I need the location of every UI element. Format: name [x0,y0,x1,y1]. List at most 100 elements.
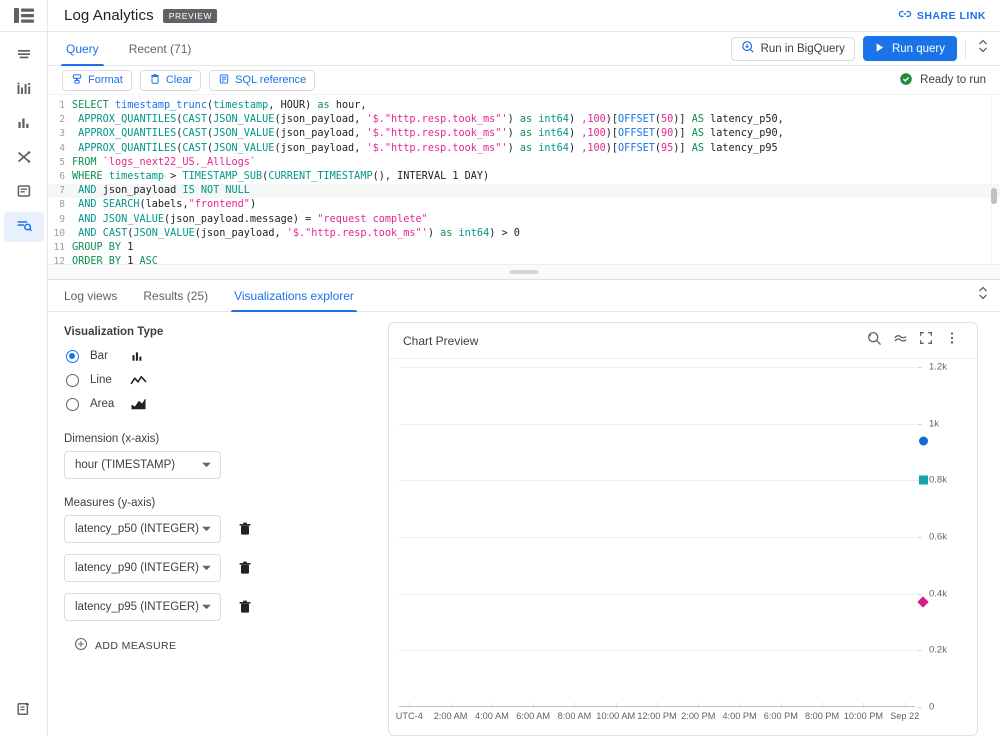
chart-x-tick-mark [491,703,493,708]
radio-line[interactable] [66,373,79,387]
chart-y-tick-label: 0.2k [929,644,947,656]
query-status-label: Ready to run [920,74,986,86]
run-in-bigquery-button[interactable]: Run in BigQuery [730,36,855,61]
radio-bar[interactable] [66,349,79,363]
sidebar-item-log-storage[interactable] [0,176,48,210]
chart-bar-slot[interactable] [399,367,420,707]
chart-bar-slot[interactable] [894,367,915,707]
measures-label: Measures (y-axis) [64,497,156,509]
chart-bar-slot[interactable] [523,367,544,707]
viz-type-line-option[interactable]: Line [64,369,378,391]
page-title: Log Analytics [64,7,154,24]
sql-line-number: 3 [59,128,65,140]
chart-bar-slot[interactable] [750,367,771,707]
sidebar-item-log-analytics[interactable] [0,210,48,244]
sql-code[interactable]: 1 SELECT timestamp_trunc(timestamp, HOUR)… [48,95,1000,264]
measure-row: latency_p95 (INTEGER) [64,593,378,621]
sql-line-text: FROM `logs_next22_US._AllLogs` [72,156,257,168]
chart-x-tick-label: 2:00 AM [433,711,468,721]
sql-line-text: AND json_payload IS NOT NULL [78,185,250,197]
panel-resize-button[interactable] [974,37,992,60]
delete-measure-button-0[interactable] [237,521,253,537]
query-tabbar: Query Recent (71) Run in BigQuery Run qu… [48,32,1000,66]
format-button[interactable]: Format [62,69,132,91]
area-chart-icon [130,397,147,412]
sql-editor[interactable]: 1 SELECT timestamp_trunc(timestamp, HOUR)… [48,94,1000,264]
sidebar-item-logs-explorer[interactable] [0,40,48,74]
chart-bar-slot[interactable] [461,367,482,707]
run-query-button[interactable]: Run query [862,36,957,61]
chart-x-tick-label: 8:00 PM [805,711,840,721]
chart-bar-slot[interactable] [440,367,461,707]
share-link-button[interactable]: SHARE LINK [898,7,986,24]
fullscreen-button[interactable] [913,328,939,354]
chart-bar-slot[interactable] [543,367,564,707]
chart-legend-marker-latency_p90[interactable] [919,475,928,485]
sql-reference-button[interactable]: SQL reference [209,69,316,91]
chart-bar-slot[interactable] [729,367,750,707]
bar-chart-icon [15,114,33,137]
tab-query[interactable]: Query [61,32,104,66]
sidebar-item-log-based-metrics[interactable] [0,108,48,142]
measure-select-0[interactable]: latency_p50 (INTEGER) [64,515,221,543]
chart-bar-slot[interactable] [585,367,606,707]
viz-type-area-option[interactable]: Area [64,393,378,415]
editor-scrollbar[interactable] [990,95,998,264]
chart-x-tick-mark [863,703,865,708]
chart-bar-slot[interactable] [832,367,853,707]
chart-bar-slot[interactable] [853,367,874,707]
clear-button[interactable]: Clear [139,69,202,91]
chart-x-tick-label: 10:00 PM [843,711,884,721]
chart-plot-area[interactable]: 0 0.2k 0.4k 0.6k 0.8k 1k 1.2k [399,362,947,713]
measure-select-2[interactable]: latency_p95 (INTEGER) [64,593,221,621]
sql-line-number: 1 [59,100,65,111]
chart-bar-slot[interactable] [667,367,688,707]
chart-x-tick-mark [904,703,906,708]
chart-legend-marker-latency_p95[interactable] [919,436,928,446]
chart-bar-slot[interactable] [564,367,585,707]
chart-bar-slot[interactable] [420,367,441,707]
sql-line: 8 AND SEARCH(labels,"frontend") [48,198,1000,212]
tab-log-views[interactable]: Log views [64,280,117,312]
dimension-select[interactable]: hour (TIMESTAMP) [64,451,221,479]
viz-type-bar-option[interactable]: Bar [64,345,378,367]
chart-bar-slot[interactable] [874,367,895,707]
cloud-logging-logo-icon[interactable] [0,0,48,32]
sql-line: 6 WHERE timestamp > TIMESTAMP_SUB(CURRENT… [48,170,1000,184]
editor-scrollbar-thumb[interactable] [991,188,997,204]
chart-bar-slot[interactable] [812,367,833,707]
delete-measure-button-2[interactable] [237,599,253,615]
chart-bar-slot[interactable] [626,367,647,707]
tab-results[interactable]: Results (25) [143,280,208,312]
splitter-grip[interactable] [510,270,538,274]
sidebar-item-log-analytics-dashboards[interactable] [0,74,48,108]
chart-bar-slot[interactable] [771,367,792,707]
tab-recent[interactable]: Recent (71) [127,32,194,66]
chart-legend-marker-latency_p50[interactable] [917,596,929,608]
app-header: Log Analytics PREVIEW SHARE LINK [48,0,1000,32]
chart-bar-slot[interactable] [482,367,503,707]
zoom-out-button[interactable] [861,328,887,354]
doc-external-icon [15,700,33,723]
panel-splitter[interactable] [48,264,1000,280]
chart-bar-slot[interactable] [502,367,523,707]
sidebar-item-documentation[interactable] [0,694,48,728]
radio-area[interactable] [66,397,79,411]
add-measure-button[interactable]: ADD MEASURE [74,637,378,654]
chart-preview-title: Chart Preview [403,333,479,348]
results-panel-resize-button[interactable] [974,284,992,307]
chart-bar-slot[interactable] [709,367,730,707]
delete-measure-button-1[interactable] [237,560,253,576]
tab-visualizations-explorer[interactable]: Visualizations explorer [231,280,357,312]
chart-bar-slot[interactable] [791,367,812,707]
expand-collapse-icon [977,37,989,60]
chevron-down-icon [201,523,212,535]
chart-bar-slot[interactable] [647,367,668,707]
measure-select-1[interactable]: latency_p90 (INTEGER) [64,554,221,582]
smooth-lines-button[interactable] [887,328,913,354]
sql-line: 7 AND json_payload IS NOT NULL [48,184,1000,199]
more-options-button[interactable] [939,328,965,354]
sidebar-item-log-router[interactable] [0,142,48,176]
chart-bar-slot[interactable] [605,367,626,707]
chart-bar-slot[interactable] [688,367,709,707]
